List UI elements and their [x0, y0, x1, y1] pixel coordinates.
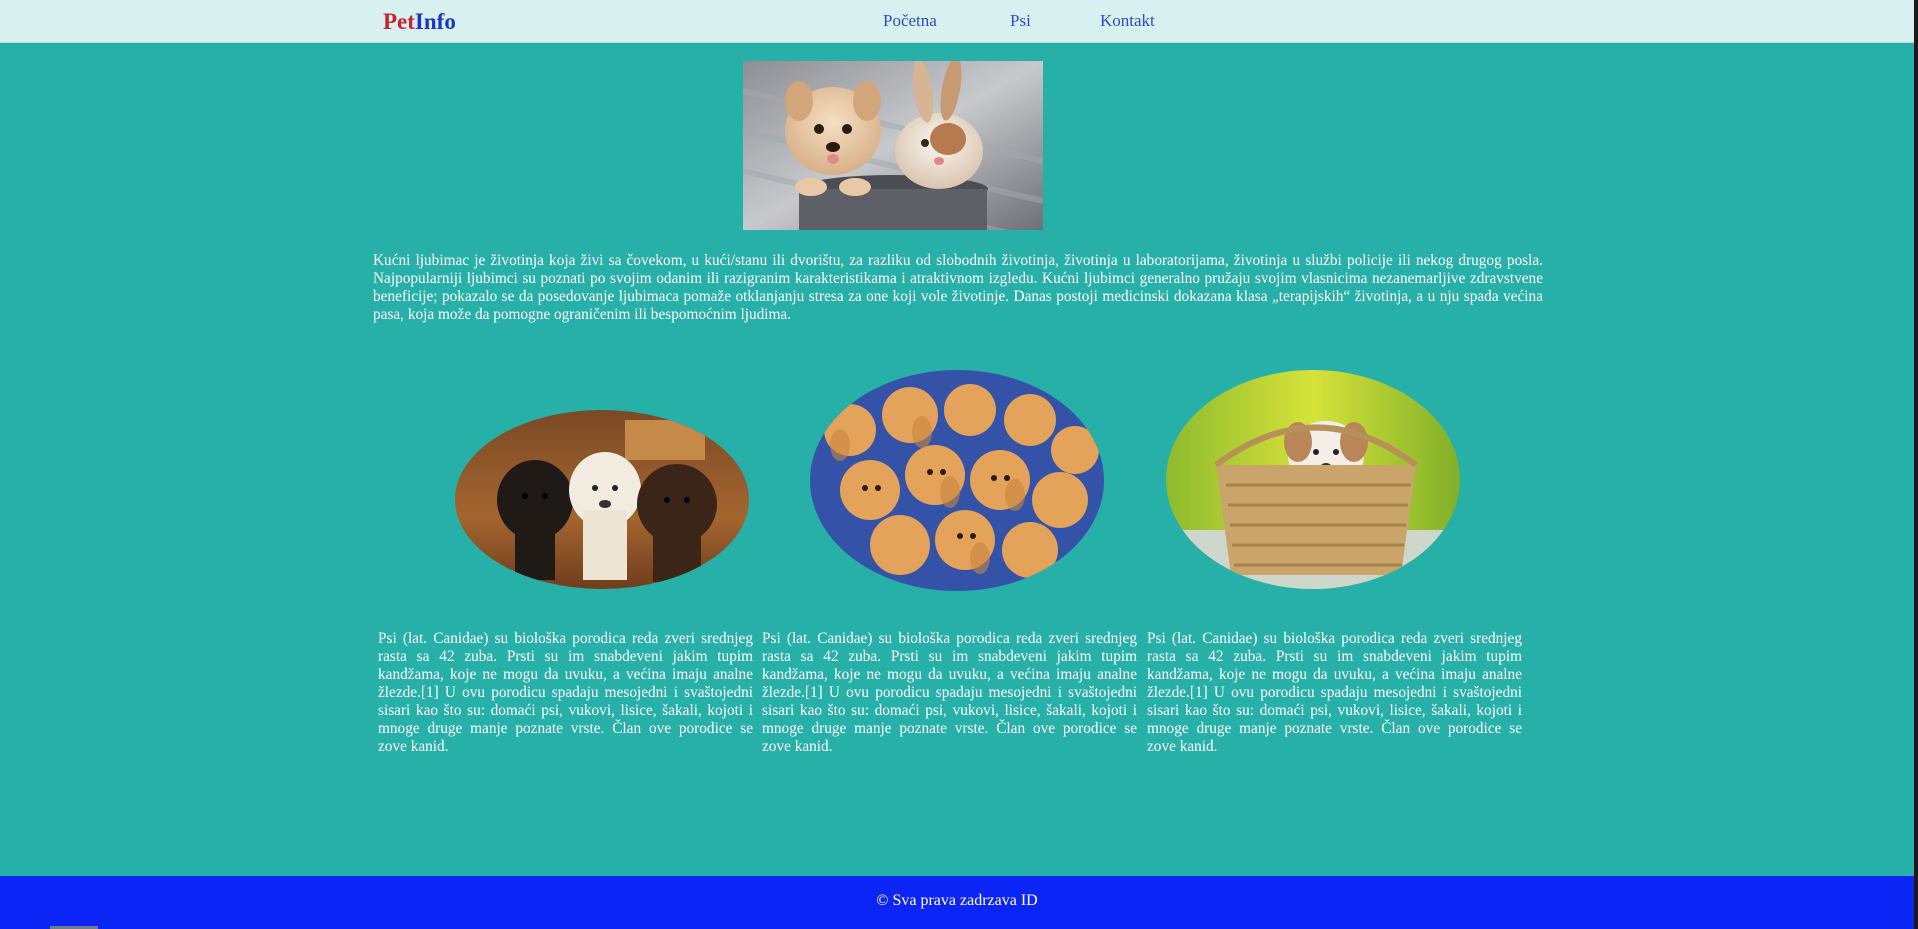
nav-link-kontakt[interactable]: Kontakt: [1100, 11, 1155, 31]
logo-info-text: Info: [414, 9, 456, 34]
logo-pet-text: Pet: [383, 9, 415, 34]
golden-retriever-puppies-image: [810, 370, 1104, 591]
hero-image: [743, 61, 1043, 230]
nav-link-pocetna[interactable]: Početna: [883, 11, 937, 31]
labrador-puppies-image: [455, 410, 749, 589]
site-logo[interactable]: PetInfo: [383, 9, 456, 35]
window-border-right: [1914, 0, 1918, 929]
footer: © Sva prava zadrzava ID: [0, 876, 1914, 929]
navbar: PetInfo Početna Psi Kontakt: [0, 0, 1914, 43]
footer-copyright: © Sva prava zadrzava ID: [876, 892, 1038, 909]
puppy-in-basket-image: [1166, 370, 1460, 589]
nav-link-psi[interactable]: Psi: [1010, 11, 1031, 31]
page-viewport: PetInfo Početna Psi Kontakt Kućni ljubim…: [0, 0, 1914, 929]
card-text-1: Psi (lat. Canidae) su biološka porodica …: [378, 630, 753, 755]
card-text-3: Psi (lat. Canidae) su biološka porodica …: [1147, 630, 1522, 755]
intro-paragraph: Kućni ljubimac je životinja koja živi sa…: [373, 252, 1543, 323]
card-text-2: Psi (lat. Canidae) su biološka porodica …: [762, 630, 1137, 755]
